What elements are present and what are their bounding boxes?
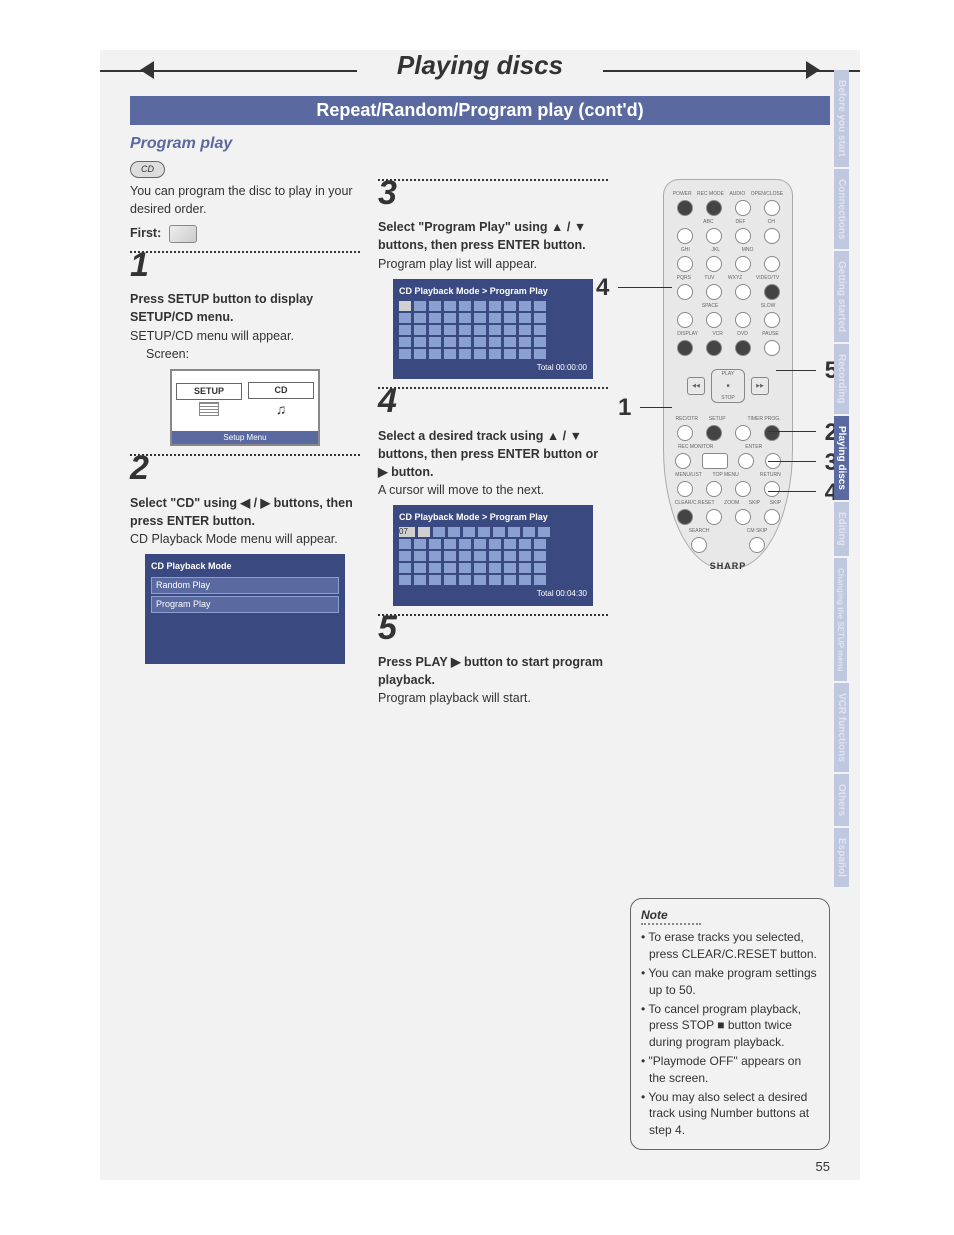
tab-recording[interactable]: Recording <box>834 344 849 413</box>
column-left: CD You can program the disc to play in y… <box>130 159 360 707</box>
callout-line <box>768 431 816 432</box>
step-number-1: 1 <box>130 241 360 290</box>
setup-screen-body: SETUP CD ♫ <box>172 371 318 431</box>
step-number-2: 2 <box>130 444 360 493</box>
step4-head: Select a desired track using ▲ / ▼ butto… <box>378 427 608 481</box>
note-item: • You can make program settings up to 50… <box>641 965 819 999</box>
prog-title: CD Playback Mode > Program Play <box>399 285 587 298</box>
note-item: • "Playmode OFF" appears on the screen. <box>641 1053 819 1087</box>
rewind-icon: ◀◀ <box>687 377 705 395</box>
step-number-3: 3 <box>378 169 608 218</box>
tab-getting-started[interactable]: Getting started <box>834 251 849 342</box>
tab-editing[interactable]: Editing <box>834 502 849 556</box>
setup-screen-box: SETUP CD ♫ Setup Menu <box>170 369 320 447</box>
disc-icon <box>169 225 197 243</box>
note-item: • To cancel program playback, press STOP… <box>641 1001 819 1051</box>
callout-line <box>618 287 672 288</box>
note-heading: Note <box>641 907 701 926</box>
first-label: First: <box>130 226 161 240</box>
tab-before-you-start[interactable]: Before you start <box>834 70 849 167</box>
step3-body: Program play list will appear. <box>378 255 608 273</box>
tab-others[interactable]: Others <box>834 774 849 826</box>
intro-text: You can program the disc to play in your… <box>130 182 360 218</box>
step4-body: A cursor will move to the next. <box>378 481 608 499</box>
menu-item: Random Play <box>151 577 339 594</box>
note-item: • You may also select a desired track us… <box>641 1089 819 1139</box>
section-head: Program play <box>130 135 830 153</box>
cd-label: CD <box>248 382 314 399</box>
step5-head: Press PLAY ▶ button to start program pla… <box>378 653 608 689</box>
prog-title: CD Playback Mode > Program Play <box>399 511 587 524</box>
program-list-box-2: CD Playback Mode > Program Play 07 Total… <box>393 505 593 606</box>
step5-body: Program playback will start. <box>378 689 608 707</box>
column-right: POWERREC MODEAUDIOOPEN/CLOSE ABCDEFCH GH… <box>626 159 830 707</box>
prog-total: Total 00:00:00 <box>399 362 587 374</box>
step3-head: Select "Program Play" using ▲ / ▼ button… <box>378 218 608 254</box>
menu-item: Program Play <box>151 596 339 613</box>
setup-label: SETUP <box>176 383 242 400</box>
power-button-icon <box>677 200 693 216</box>
cd-badge: CD <box>130 161 165 178</box>
tab-setup-menu[interactable]: Changing the SETUP menu <box>834 558 847 681</box>
prog-total: Total 00:04:30 <box>399 588 587 600</box>
play-stop-pad: PLAY ■ STOP <box>711 369 745 403</box>
manual-page: Playing discs Repeat/Random/Program play… <box>100 50 860 1180</box>
step-number-5: 5 <box>378 604 608 653</box>
tab-connections[interactable]: Connections <box>834 169 849 250</box>
remote-control-diagram: POWERREC MODEAUDIOOPEN/CLOSE ABCDEFCH GH… <box>663 179 793 569</box>
nav-cross: ◀◀ PLAY ■ STOP ▶▶ <box>683 362 773 410</box>
callout-line <box>776 370 816 371</box>
menu-title: CD Playback Mode <box>151 560 339 573</box>
forward-icon: ▶▶ <box>751 377 769 395</box>
step1-head: Press SETUP button to display SETUP/CD m… <box>130 290 360 326</box>
setup-menu-footer: Setup Menu <box>172 431 318 445</box>
note-item: • To erase tracks you selected, press CL… <box>641 929 819 963</box>
callout-line <box>768 491 816 492</box>
callout-line <box>768 461 816 462</box>
columns: CD You can program the disc to play in y… <box>100 159 860 707</box>
prog-first-value: 07 <box>399 527 415 537</box>
page-title: Playing discs <box>357 50 603 81</box>
callout-line <box>640 407 672 408</box>
brand-label: SHARP <box>670 561 786 571</box>
screen-label: Screen: <box>146 345 360 363</box>
tab-espanol[interactable]: Español <box>834 828 849 887</box>
column-middle: 3 Select "Program Play" using ▲ / ▼ butt… <box>378 159 608 707</box>
note-box: Note • To erase tracks you selected, pre… <box>630 898 830 1150</box>
setup-icon <box>199 402 219 416</box>
arrow-right-icon <box>806 61 820 79</box>
cd-playback-menu: CD Playback Mode Random Play Program Pla… <box>145 554 345 664</box>
page-number: 55 <box>816 1159 830 1174</box>
tab-playing-discs[interactable]: Playing discs <box>834 416 849 500</box>
program-list-box-1: CD Playback Mode > Program Play Total 00… <box>393 279 593 380</box>
callout-4: 4 <box>596 274 609 302</box>
music-note-icon: ♫ <box>248 399 314 419</box>
note-list: • To erase tracks you selected, press CL… <box>641 929 819 1139</box>
tab-vcr-functions[interactable]: VCR functions <box>834 683 849 772</box>
step-number-4: 4 <box>378 377 608 426</box>
callout-1: 1 <box>618 394 631 422</box>
subtitle-band: Repeat/Random/Program play (cont'd) <box>130 96 830 125</box>
arrow-left-icon <box>140 61 154 79</box>
step1-body: SETUP/CD menu will appear. <box>130 327 360 345</box>
step2-body: CD Playback Mode menu will appear. <box>130 530 360 548</box>
side-tabs: Before you start Connections Getting sta… <box>834 70 860 889</box>
title-bar: Playing discs <box>100 50 860 90</box>
step2-head: Select "CD" using ◀ / ▶ buttons, then pr… <box>130 494 360 530</box>
